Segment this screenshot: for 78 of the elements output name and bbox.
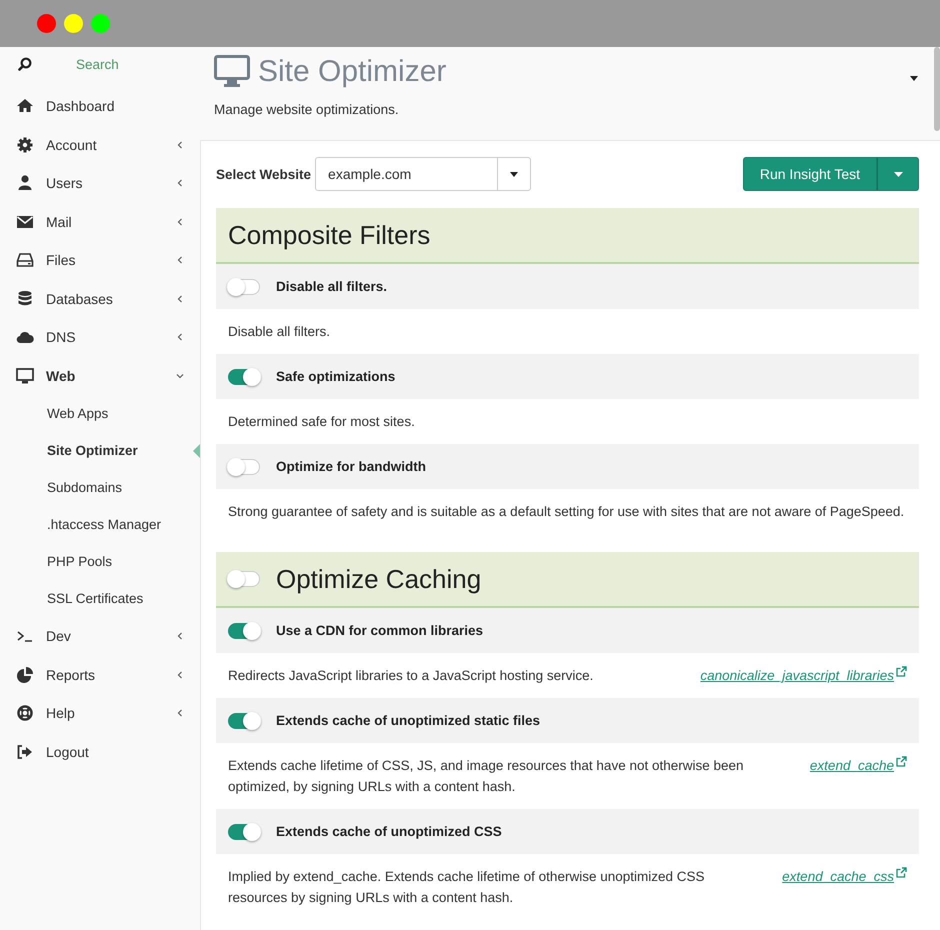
toggle-switch[interactable] <box>228 368 260 384</box>
docs-link[interactable]: canonicalize_javascript_libraries <box>700 665 894 686</box>
website-select[interactable]: example.com <box>315 157 532 191</box>
sidebar-item[interactable]: Mail <box>0 202 200 241</box>
external-link-icon <box>896 756 907 767</box>
chevron-left-icon <box>176 632 184 640</box>
option-description: Extends cache lifetime of CSS, JS, and image resources that have not otherwise been optimized, by signing URLs with a content hash. <box>228 757 745 796</box>
option-label: Safe optimizations <box>276 369 396 384</box>
field-label: Select Website <box>216 166 312 182</box>
sign-out-icon <box>16 742 34 761</box>
option-description: Redirects JavaScript libraries to a JavaScript hosting service. <box>228 667 594 685</box>
external-link-icon <box>896 867 907 878</box>
chevron-left-icon <box>176 670 184 679</box>
sidebar-subitem[interactable]: PHP Pools <box>0 543 200 580</box>
drive-icon <box>16 251 34 270</box>
caret-down-icon <box>510 172 518 176</box>
page-title: Site Optimizer <box>258 55 446 89</box>
window-control[interactable] <box>91 14 110 33</box>
chevron-left-icon <box>176 140 184 149</box>
section-title: Optimize Caching <box>276 564 482 594</box>
sidebar-item[interactable]: Files <box>0 241 200 280</box>
toggle-switch[interactable] <box>228 571 260 587</box>
caret-down-icon <box>910 76 918 81</box>
toggle-switch[interactable] <box>228 712 260 728</box>
chevron-left-icon <box>176 218 184 226</box>
sidebar-item[interactable]: Account <box>0 126 200 164</box>
toggle-switch[interactable] <box>228 278 260 294</box>
option-label: Use a CDN for common libraries <box>276 623 484 638</box>
sidebar-subitem[interactable]: SSL Certificates <box>0 580 200 617</box>
sidebar-subitem[interactable]: Subdomains <box>0 469 200 506</box>
chevron-left-icon <box>176 256 184 264</box>
sidebar-subitem[interactable]: Web Apps <box>0 395 200 432</box>
sidebar-item[interactable]: Logout <box>0 732 200 771</box>
sidebar-item[interactable]: Web <box>0 356 200 395</box>
chevron-left-icon <box>176 179 184 188</box>
window-control[interactable] <box>37 14 56 33</box>
monitor-icon <box>16 366 34 385</box>
option-label: Extends cache of unoptimized CSS <box>276 824 502 839</box>
search-icon <box>18 57 32 71</box>
scrollbar-thumb[interactable] <box>934 47 940 131</box>
toggle-switch[interactable] <box>228 824 260 840</box>
option-description: Determined safe for most sites. <box>228 413 416 431</box>
option-description: Strong guarantee of safety and is suitable as a default setting for use with sites that are not aware of PageSpeed. <box>228 503 906 521</box>
user-icon <box>16 174 34 192</box>
toggle-switch[interactable] <box>228 458 260 474</box>
window-control[interactable] <box>64 14 83 33</box>
toggle-switch[interactable] <box>228 622 260 638</box>
lifebuoy-icon <box>16 704 34 722</box>
chevron-left-icon <box>176 333 184 342</box>
database-icon <box>16 290 34 308</box>
run-test-button[interactable]: Run Insight Test <box>742 157 877 191</box>
sidebar-item[interactable]: Databases <box>0 280 200 318</box>
option-description: Disable all filters. <box>228 323 332 341</box>
section-title: Composite Filters <box>228 220 430 250</box>
sidebar-item[interactable]: Dashboard <box>0 87 200 126</box>
option-label: Optimize for bandwidth <box>276 459 426 474</box>
docs-link[interactable]: extend_cache <box>810 755 894 776</box>
chevron-down-icon <box>176 372 184 380</box>
sidebar-item[interactable]: Help <box>0 694 200 732</box>
docs-link[interactable]: extend_cache_css <box>782 866 894 887</box>
chevron-left-icon <box>176 709 184 718</box>
option-label: Disable all filters. <box>276 279 388 294</box>
search-field[interactable]: Search <box>76 56 186 72</box>
sidebar-subitem[interactable]: .htaccess Manager <box>0 506 200 543</box>
sidebar-item[interactable]: DNS <box>0 318 200 356</box>
option-description: Implied by extend_cache. Extends cache lifetime of otherwise unoptimized CSS resources by signing URLs with a content hash. <box>228 868 706 907</box>
sidebar-item[interactable]: Dev <box>0 617 200 656</box>
option-label: Extends cache of unoptimized static files <box>276 713 540 728</box>
dropdown-button[interactable] <box>877 157 919 191</box>
external-link-icon <box>896 666 907 677</box>
sidebar-item[interactable]: Users <box>0 164 200 202</box>
sidebar-item[interactable]: Reports <box>0 656 200 694</box>
chevron-left-icon <box>176 294 184 303</box>
monitor-icon <box>214 55 250 89</box>
caret-down-icon <box>894 172 902 176</box>
pie-chart-icon <box>16 666 34 684</box>
page-subtitle: Manage website optimizations. <box>214 102 400 117</box>
gear-icon <box>16 136 34 154</box>
